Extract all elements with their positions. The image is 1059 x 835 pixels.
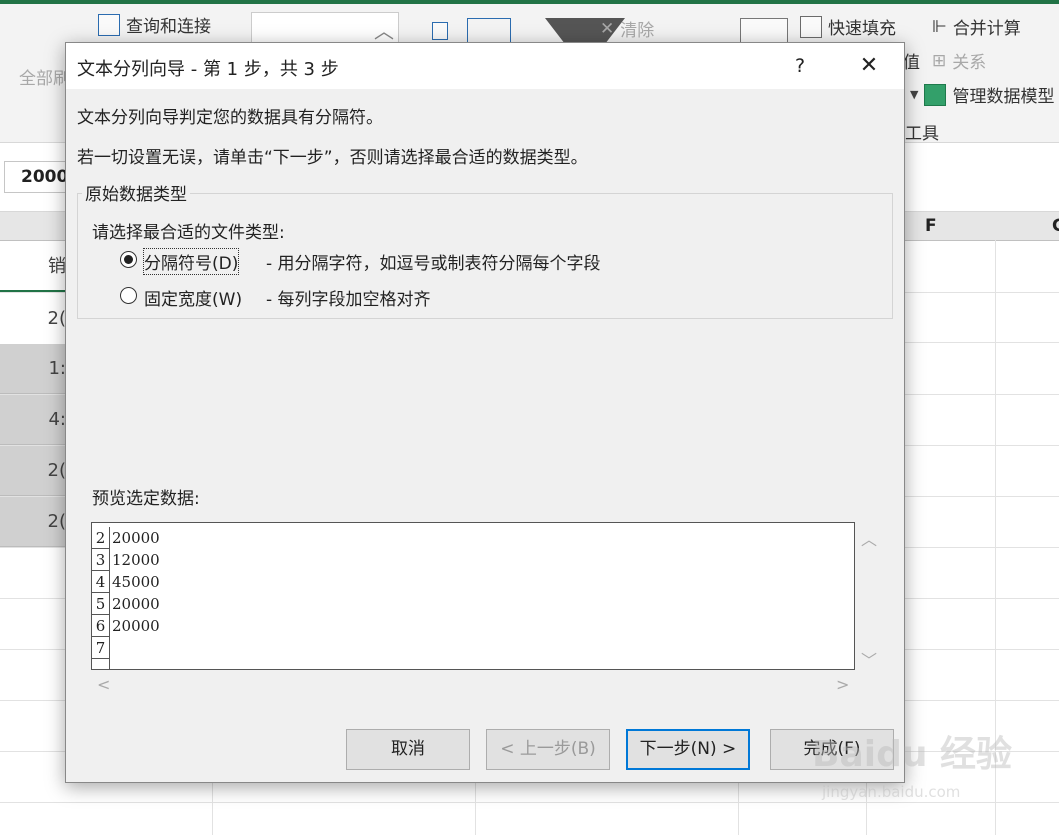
next-button[interactable]: 下一步(N) >	[626, 729, 750, 770]
group-title: 原始数据类型	[82, 180, 190, 205]
close-icon[interactable]: ✕	[856, 53, 882, 79]
cell-a[interactable]: 2(	[0, 294, 70, 344]
flash-fill-label: 快速填充	[828, 19, 896, 39]
queries-icon	[98, 13, 120, 36]
cell-a-header[interactable]: 销	[0, 242, 70, 292]
cancel-button[interactable]: 取消	[346, 729, 470, 770]
scroll-left-icon[interactable]: <	[97, 675, 110, 694]
cell-a-selected[interactable]: 2(	[0, 446, 70, 496]
instruction-text: 若一切设置无误，请单击“下一步”，否则请选择最合适的数据类型。	[77, 148, 588, 168]
cell-a-selected[interactable]: 4:	[0, 395, 70, 445]
flash-fill-icon	[800, 15, 822, 38]
cell-a-selected[interactable]: 2(	[0, 497, 70, 547]
preview-row-number: 3	[92, 549, 110, 571]
queries-connections-button[interactable]: 查询和连接	[98, 12, 211, 37]
flash-fill-button[interactable]: 快速填充	[800, 14, 896, 39]
refresh-all-label: 全部刷	[19, 69, 70, 89]
sort-az-icon[interactable]	[432, 22, 452, 44]
tools-label: 工具	[905, 124, 939, 144]
validation-label: 值	[903, 53, 920, 73]
preview-row-value: 45000	[112, 573, 160, 591]
clear-filter-icon: ✕	[600, 18, 615, 39]
preview-box[interactable]: 2 20000 3 12000 4 45000 5 20000 6 20000 7	[91, 522, 855, 670]
fixed-width-option-desc: - 每列字段加空格对齐	[266, 290, 431, 310]
preview-row-value: 12000	[112, 551, 160, 569]
preview-row-value: 20000	[112, 617, 160, 635]
scroll-right-icon[interactable]: >	[836, 675, 849, 694]
relationships-label: 关系	[952, 53, 987, 73]
scroll-down-icon[interactable]: ﹀	[861, 647, 877, 671]
consolidate-icon: ⊩	[932, 16, 947, 37]
data-tools-group-label: 工具	[905, 119, 939, 144]
clear-button[interactable]: ✕ 清除	[600, 16, 655, 42]
back-button[interactable]: < 上一步(B)	[486, 729, 610, 770]
clear-label: 清除	[620, 21, 655, 41]
consolidate-button[interactable]: ⊩ 合并计算	[932, 14, 1021, 40]
choose-type-label: 请选择最合适的文件类型:	[92, 223, 285, 243]
watermark-brand: Baidu 经验	[812, 734, 1013, 775]
preview-row-number: 2	[92, 527, 110, 549]
relationships-icon: ⊞	[932, 50, 947, 71]
data-validation-button[interactable]: 值	[903, 48, 920, 73]
fixed-width-option-label[interactable]: 固定宽度(W)	[144, 285, 242, 310]
manage-model-label: 管理数据模型	[952, 87, 1055, 107]
preview-row-number: 7	[92, 637, 110, 659]
queries-label: 查询和连接	[126, 17, 211, 37]
manage-data-model-button[interactable]: ▼ 管理数据模型	[910, 82, 1054, 107]
relationships-button[interactable]: ⊞ 关系	[932, 48, 987, 74]
delimited-radio[interactable]	[120, 251, 137, 268]
preview-row-value: 20000	[112, 595, 160, 613]
dialog-titlebar[interactable]: 文本分列向导 - 第 1 步，共 3 步 ? ✕	[66, 43, 904, 89]
dialog-title: 文本分列向导 - 第 1 步，共 3 步	[77, 59, 339, 80]
preview-row-number: 4	[92, 571, 110, 593]
cell-a-selected[interactable]: 1:	[0, 344, 70, 394]
fixed-width-radio[interactable]	[120, 287, 137, 304]
preview-row-value: 20000	[112, 529, 160, 547]
preview-row-number	[92, 659, 110, 669]
delimited-option-desc: - 用分隔字符，如逗号或制表符分隔每个字段	[266, 254, 601, 274]
chevron-up-icon[interactable]: ︿	[374, 15, 394, 44]
column-header-f[interactable]: F	[925, 216, 937, 236]
intro-text: 文本分列向导判定您的数据具有分隔符。	[77, 108, 383, 128]
preview-label: 预览选定数据:	[92, 489, 200, 509]
help-button[interactable]: ?	[787, 53, 813, 79]
preview-row-number: 5	[92, 593, 110, 615]
scroll-up-icon[interactable]: ︿	[861, 526, 877, 550]
baidu-watermark: Baidu 经验 jingyan.baidu.com	[812, 725, 1012, 815]
preview-row-number: 6	[92, 615, 110, 637]
watermark-url: jingyan.baidu.com	[822, 783, 961, 801]
refresh-all-button[interactable]: 全部刷	[19, 64, 70, 89]
delimited-option-label[interactable]: 分隔符号(D)	[142, 248, 240, 275]
data-model-icon	[924, 83, 947, 106]
consolidate-label: 合并计算	[952, 19, 1021, 39]
chevron-down-icon: ▼	[910, 88, 919, 101]
sort-icon	[432, 22, 448, 40]
column-header-g[interactable]: G	[1052, 216, 1059, 236]
text-to-columns-dialog: 文本分列向导 - 第 1 步，共 3 步 ? ✕ 文本分列向导判定您的数据具有分…	[65, 42, 905, 783]
